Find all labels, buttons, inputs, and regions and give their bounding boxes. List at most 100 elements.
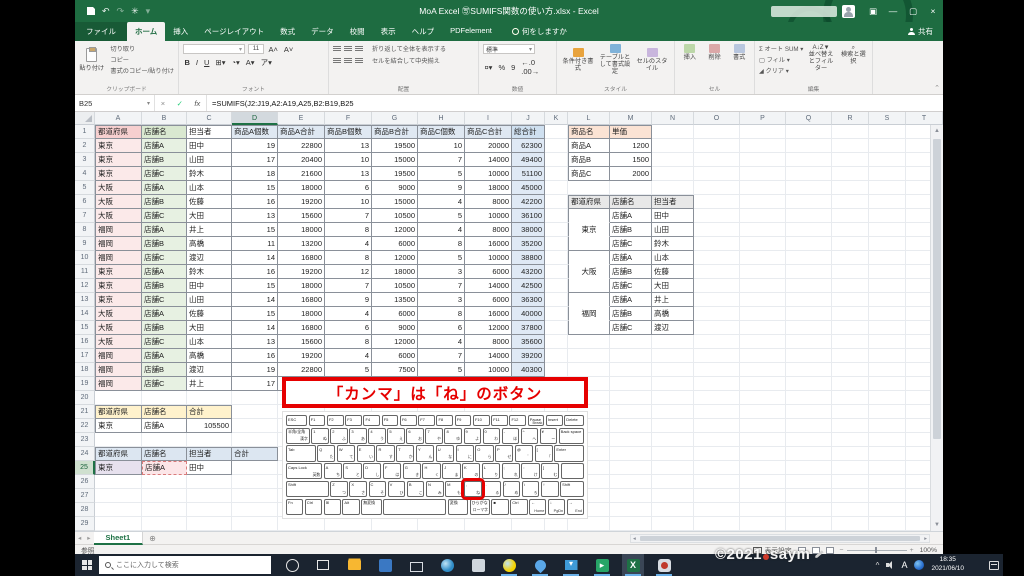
- cell-J11[interactable]: 43200: [512, 265, 545, 279]
- cell-Q11[interactable]: [786, 265, 832, 279]
- vertical-scroll-thumb[interactable]: [933, 139, 941, 439]
- indent-icon[interactable]: [333, 58, 341, 63]
- cell-B1[interactable]: 店舗名: [142, 125, 187, 139]
- cell-L10[interactable]: [568, 251, 610, 265]
- cell-M23[interactable]: [610, 433, 652, 447]
- row-header-12[interactable]: 12: [75, 279, 95, 293]
- cell-C17[interactable]: 高橋: [187, 349, 232, 363]
- share-button[interactable]: 共有: [908, 26, 933, 41]
- cell-A21[interactable]: 都道府県: [95, 405, 142, 419]
- cell-N24[interactable]: [652, 447, 694, 461]
- font-color-icon[interactable]: A▾: [244, 58, 256, 67]
- cell-I7[interactable]: 10000: [465, 209, 512, 223]
- cell-M26[interactable]: [610, 475, 652, 489]
- cell-L9[interactable]: [568, 237, 610, 251]
- cell-N9[interactable]: 鈴木: [652, 237, 694, 251]
- cell-P4[interactable]: [740, 167, 786, 181]
- horizontal-scroll-thumb[interactable]: [639, 536, 921, 541]
- clear-button[interactable]: ◢ クリア ▾: [759, 66, 803, 75]
- cell-S15[interactable]: [869, 321, 906, 335]
- cell-N4[interactable]: [652, 167, 694, 181]
- cell-R19[interactable]: [832, 377, 869, 391]
- cell-A27[interactable]: [95, 489, 142, 503]
- cell-R22[interactable]: [832, 419, 869, 433]
- notepad-icon[interactable]: [467, 554, 489, 576]
- cell-D16[interactable]: 13: [232, 335, 278, 349]
- cell-N29[interactable]: [652, 517, 694, 531]
- cell-B12[interactable]: 店舗B: [142, 279, 187, 293]
- cell-H5[interactable]: 9: [418, 181, 465, 195]
- cell-S27[interactable]: [869, 489, 906, 503]
- cell-C20[interactable]: [187, 391, 232, 405]
- row-header-14[interactable]: 14: [75, 307, 95, 321]
- cell-H16[interactable]: 4: [418, 335, 465, 349]
- cell-O6[interactable]: [694, 195, 740, 209]
- cell-styles-button[interactable]: セルのスタイル: [635, 47, 669, 72]
- cell-R29[interactable]: [832, 517, 869, 531]
- column-header-R[interactable]: R: [832, 112, 869, 125]
- cell-D13[interactable]: 14: [232, 293, 278, 307]
- cell-P14[interactable]: [740, 307, 786, 321]
- cell-C4[interactable]: 鈴木: [187, 167, 232, 181]
- cell-D29[interactable]: [232, 517, 278, 531]
- indent-icon[interactable]: [344, 58, 352, 63]
- cell-S24[interactable]: [869, 447, 906, 461]
- cell-M16[interactable]: [610, 335, 652, 349]
- cell-D7[interactable]: 13: [232, 209, 278, 223]
- cell-R10[interactable]: [832, 251, 869, 265]
- cell-P12[interactable]: [740, 279, 786, 293]
- column-header-G[interactable]: G: [372, 112, 418, 125]
- cell-A6[interactable]: 大阪: [95, 195, 142, 209]
- cell-A29[interactable]: [95, 517, 142, 531]
- cell-Q27[interactable]: [786, 489, 832, 503]
- cell-L5[interactable]: [568, 181, 610, 195]
- cell-S1[interactable]: [869, 125, 906, 139]
- fill-button[interactable]: ▢ フィル ▾: [759, 55, 803, 64]
- cell-H14[interactable]: 8: [418, 307, 465, 321]
- cell-K12[interactable]: [545, 279, 568, 293]
- cell-D10[interactable]: 14: [232, 251, 278, 265]
- cell-N10[interactable]: 山本: [652, 251, 694, 265]
- cell-Q10[interactable]: [786, 251, 832, 265]
- cell-J12[interactable]: 42500: [512, 279, 545, 293]
- cell-D14[interactable]: 15: [232, 307, 278, 321]
- cell-L1[interactable]: 商品名: [568, 125, 610, 139]
- cell-M18[interactable]: [610, 363, 652, 377]
- cell-B14[interactable]: 店舗A: [142, 307, 187, 321]
- cell-R24[interactable]: [832, 447, 869, 461]
- cell-P13[interactable]: [740, 293, 786, 307]
- cell-M7[interactable]: 店舗A: [610, 209, 652, 223]
- redo-button[interactable]: ↷: [117, 6, 125, 17]
- cell-L17[interactable]: [568, 349, 610, 363]
- cell-A1[interactable]: 都道府県: [95, 125, 142, 139]
- cell-C14[interactable]: 佐藤: [187, 307, 232, 321]
- cell-C26[interactable]: [187, 475, 232, 489]
- cell-B25[interactable]: 店舗A: [142, 461, 187, 475]
- column-header-K[interactable]: K: [545, 112, 568, 125]
- cell-Q12[interactable]: [786, 279, 832, 293]
- task-view-icon[interactable]: [312, 554, 334, 576]
- cell-N16[interactable]: [652, 335, 694, 349]
- cancel-entry-icon[interactable]: ×: [161, 99, 165, 108]
- cell-S19[interactable]: [869, 377, 906, 391]
- row-header-11[interactable]: 11: [75, 265, 95, 279]
- cell-Q24[interactable]: [786, 447, 832, 461]
- cell-G14[interactable]: 6000: [372, 307, 418, 321]
- excel-icon[interactable]: X: [622, 554, 644, 576]
- cell-C3[interactable]: 山田: [187, 153, 232, 167]
- cell-F29[interactable]: [325, 517, 372, 531]
- collapse-ribbon-icon[interactable]: ⌃: [934, 84, 940, 92]
- cell-S2[interactable]: [869, 139, 906, 153]
- row-header-23[interactable]: 23: [75, 433, 95, 447]
- hidden-icons-chevron-icon[interactable]: ^: [876, 561, 880, 570]
- cell-D25[interactable]: [232, 461, 278, 475]
- add-sheet-icon[interactable]: ⊕: [149, 534, 156, 543]
- cell-E29[interactable]: [278, 517, 325, 531]
- cell-C28[interactable]: [187, 503, 232, 517]
- cell-R12[interactable]: [832, 279, 869, 293]
- cell-O29[interactable]: [694, 517, 740, 531]
- cell-N3[interactable]: [652, 153, 694, 167]
- cell-E11[interactable]: 19200: [278, 265, 325, 279]
- cell-P24[interactable]: [740, 447, 786, 461]
- cell-K4[interactable]: [545, 167, 568, 181]
